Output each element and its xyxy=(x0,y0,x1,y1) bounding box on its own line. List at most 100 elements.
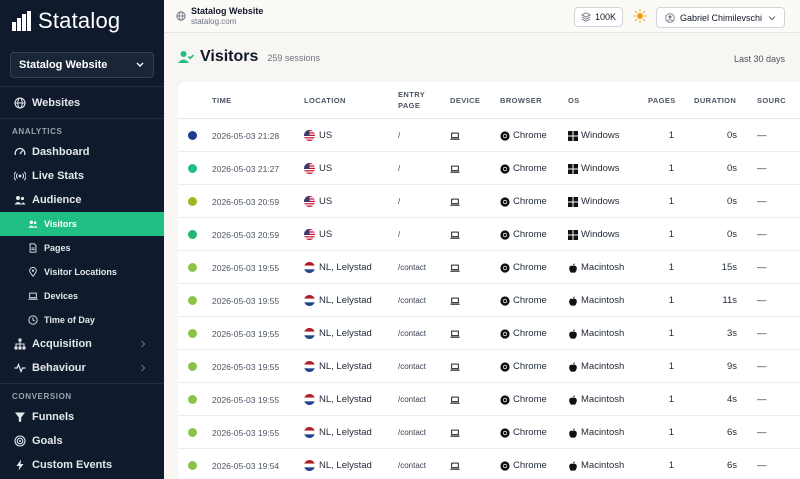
pages-cell: 1 xyxy=(668,163,674,174)
entry-page-cell[interactable]: /contact xyxy=(398,449,426,479)
visitor-color-dot xyxy=(188,362,197,371)
date-range[interactable]: Last 30 days xyxy=(734,54,785,64)
table-row[interactable]: 2026-05-03 19:55 NL, Lelystad/contact Chro… xyxy=(178,350,800,383)
sidebar-item-label: Goals xyxy=(32,435,63,447)
column-header-pages[interactable]: PAGES xyxy=(648,96,676,105)
table-row[interactable]: 2026-05-03 19:55 NL, Lelystad/contact Chro… xyxy=(178,317,800,350)
nl-flag-icon xyxy=(304,427,315,438)
sidebar-item-goals[interactable]: Goals xyxy=(0,429,164,453)
source-cell: — xyxy=(757,163,767,174)
sidebar-item-label: Devices xyxy=(44,291,79,301)
device-cell xyxy=(450,218,463,251)
device-cell xyxy=(450,284,463,317)
table-row[interactable]: 2026-05-03 19:55 NL, Lelystad/contact Chro… xyxy=(178,383,800,416)
os-cell: Macintosh xyxy=(568,383,624,416)
entry-page-cell[interactable]: /contact xyxy=(398,350,426,383)
sidebar-item-devices[interactable]: Devices xyxy=(0,284,164,308)
table-row[interactable]: 2026-05-03 19:55 NL, Lelystad/contact Chro… xyxy=(178,251,800,284)
entry-page-cell[interactable]: /contact xyxy=(398,251,426,284)
table-row[interactable]: 2026-05-03 21:28 US / Chrome Windows 1 0s — xyxy=(178,119,800,152)
time-cell: 2026-05-03 21:28 xyxy=(212,130,280,141)
nl-flag-icon xyxy=(304,394,315,405)
table-row[interactable]: 2026-05-03 20:59 US / Chrome Windows 1 0s — xyxy=(178,218,800,251)
column-header-browser[interactable]: BROWSER xyxy=(500,96,542,105)
browser-text: Chrome xyxy=(513,394,547,405)
table-row[interactable]: 2026-05-03 20:59 US / Chrome Windows 1 0s — xyxy=(178,185,800,218)
apple-icon xyxy=(568,460,578,471)
pages-cell: 1 xyxy=(668,130,674,141)
column-header-os[interactable]: OS xyxy=(568,96,580,105)
duration-cell: 6s xyxy=(726,427,737,438)
sidebar-item-pages[interactable]: Pages xyxy=(0,236,164,260)
site-name: Statalog Website xyxy=(191,6,264,16)
sidebar-item-custom-events[interactable]: Custom Events xyxy=(0,453,164,477)
document-icon xyxy=(29,243,37,253)
browser-text: Chrome xyxy=(513,427,547,438)
windows-icon xyxy=(568,163,578,174)
site-selector[interactable]: Statalog Website xyxy=(10,52,154,78)
laptop-icon xyxy=(450,131,460,141)
entry-page-cell[interactable]: / xyxy=(398,185,400,218)
sidebar-item-acquisition[interactable]: Acquisition xyxy=(0,332,164,356)
pages-cell: 1 xyxy=(668,196,674,207)
chrome-icon xyxy=(500,361,510,372)
sidebar-item-visitor-locations[interactable]: Visitor Locations xyxy=(0,260,164,284)
table-row[interactable]: 2026-05-03 19:55 NL, Lelystad/contact Chro… xyxy=(178,284,800,317)
browser-cell: Chrome xyxy=(500,119,547,152)
column-header-device[interactable]: DEVICE xyxy=(450,96,480,105)
os-cell: Macintosh xyxy=(568,350,624,383)
sidebar-item-websites[interactable]: Websites xyxy=(0,91,164,115)
table-row[interactable]: 2026-05-03 19:55 NL, Lelystad/contact Chro… xyxy=(178,416,800,449)
column-header-entry[interactable]: ENTRY xyxy=(398,90,425,99)
entry-page-cell[interactable]: /contact xyxy=(398,416,426,449)
divider xyxy=(0,118,164,119)
entry-page-cell[interactable]: / xyxy=(398,119,400,152)
sidebar-item-behaviour[interactable]: Behaviour xyxy=(0,356,164,380)
sun-icon[interactable] xyxy=(633,9,647,23)
browser-text: Chrome xyxy=(513,295,547,306)
table-row[interactable]: 2026-05-03 21:27 US / Chrome Windows 1 0s — xyxy=(178,152,800,185)
visitor-color-dot xyxy=(188,329,197,338)
pages-cell: 1 xyxy=(668,361,674,372)
column-header-time[interactable]: TIME xyxy=(212,96,232,105)
column-header-location[interactable]: LOCATION xyxy=(304,96,346,105)
time-cell: 2026-05-03 19:55 xyxy=(212,262,280,273)
source-cell: — xyxy=(757,394,767,405)
sidebar-item-live-stats[interactable]: Live Stats xyxy=(0,164,164,188)
time-cell: 2026-05-03 19:55 xyxy=(212,394,280,405)
divider xyxy=(0,383,164,384)
visitor-color-dot xyxy=(188,296,197,305)
top-bar: Statalog Website statalog.com 100K Gabri… xyxy=(164,0,800,33)
sidebar-item-funnels[interactable]: Funnels xyxy=(0,405,164,429)
os-text: Macintosh xyxy=(581,394,625,405)
column-header-source[interactable]: SOURC xyxy=(757,96,786,105)
browser-text: Chrome xyxy=(513,460,547,471)
sidebar-item-dashboard[interactable]: Dashboard xyxy=(0,140,164,164)
location-cell: NL, Lelystad xyxy=(304,383,372,416)
user-menu[interactable]: Gabriel Chimilevschi xyxy=(656,7,785,28)
os-cell: Macintosh xyxy=(568,416,624,449)
visitor-color-dot xyxy=(188,131,197,140)
entry-page-cell[interactable]: /contact xyxy=(398,317,426,350)
table-row[interactable]: 2026-05-03 19:54 NL, Lelystad/contact Chro… xyxy=(178,449,800,479)
duration-cell: 0s xyxy=(726,163,737,174)
nl-flag-icon xyxy=(304,295,315,306)
chrome-icon xyxy=(500,460,510,471)
browser-text: Chrome xyxy=(513,130,547,141)
entry-page-cell[interactable]: /contact xyxy=(398,284,426,317)
location-text: NL, Lelystad xyxy=(319,361,372,372)
entry-page-cell[interactable]: / xyxy=(398,218,400,251)
entry-page-cell[interactable]: /contact xyxy=(398,383,426,416)
sidebar-item-audience[interactable]: Audience xyxy=(0,188,164,212)
plan-badge[interactable]: 100K xyxy=(574,7,623,27)
location-text: US xyxy=(319,196,333,207)
column-header-duration[interactable]: DURATION xyxy=(694,96,736,105)
entry-page-cell[interactable]: / xyxy=(398,152,400,185)
sidebar-item-label: Dashboard xyxy=(32,146,90,158)
sidebar-item-time-of-day[interactable]: Time of Day xyxy=(0,308,164,332)
current-site[interactable]: Statalog Website statalog.com xyxy=(176,6,263,26)
time-cell: 2026-05-03 19:55 xyxy=(212,427,280,438)
sidebar-item-label: Custom Events xyxy=(32,459,113,471)
brand-logo[interactable]: Statalog xyxy=(0,0,164,42)
sidebar-item-visitors[interactable]: Visitors xyxy=(0,212,164,236)
